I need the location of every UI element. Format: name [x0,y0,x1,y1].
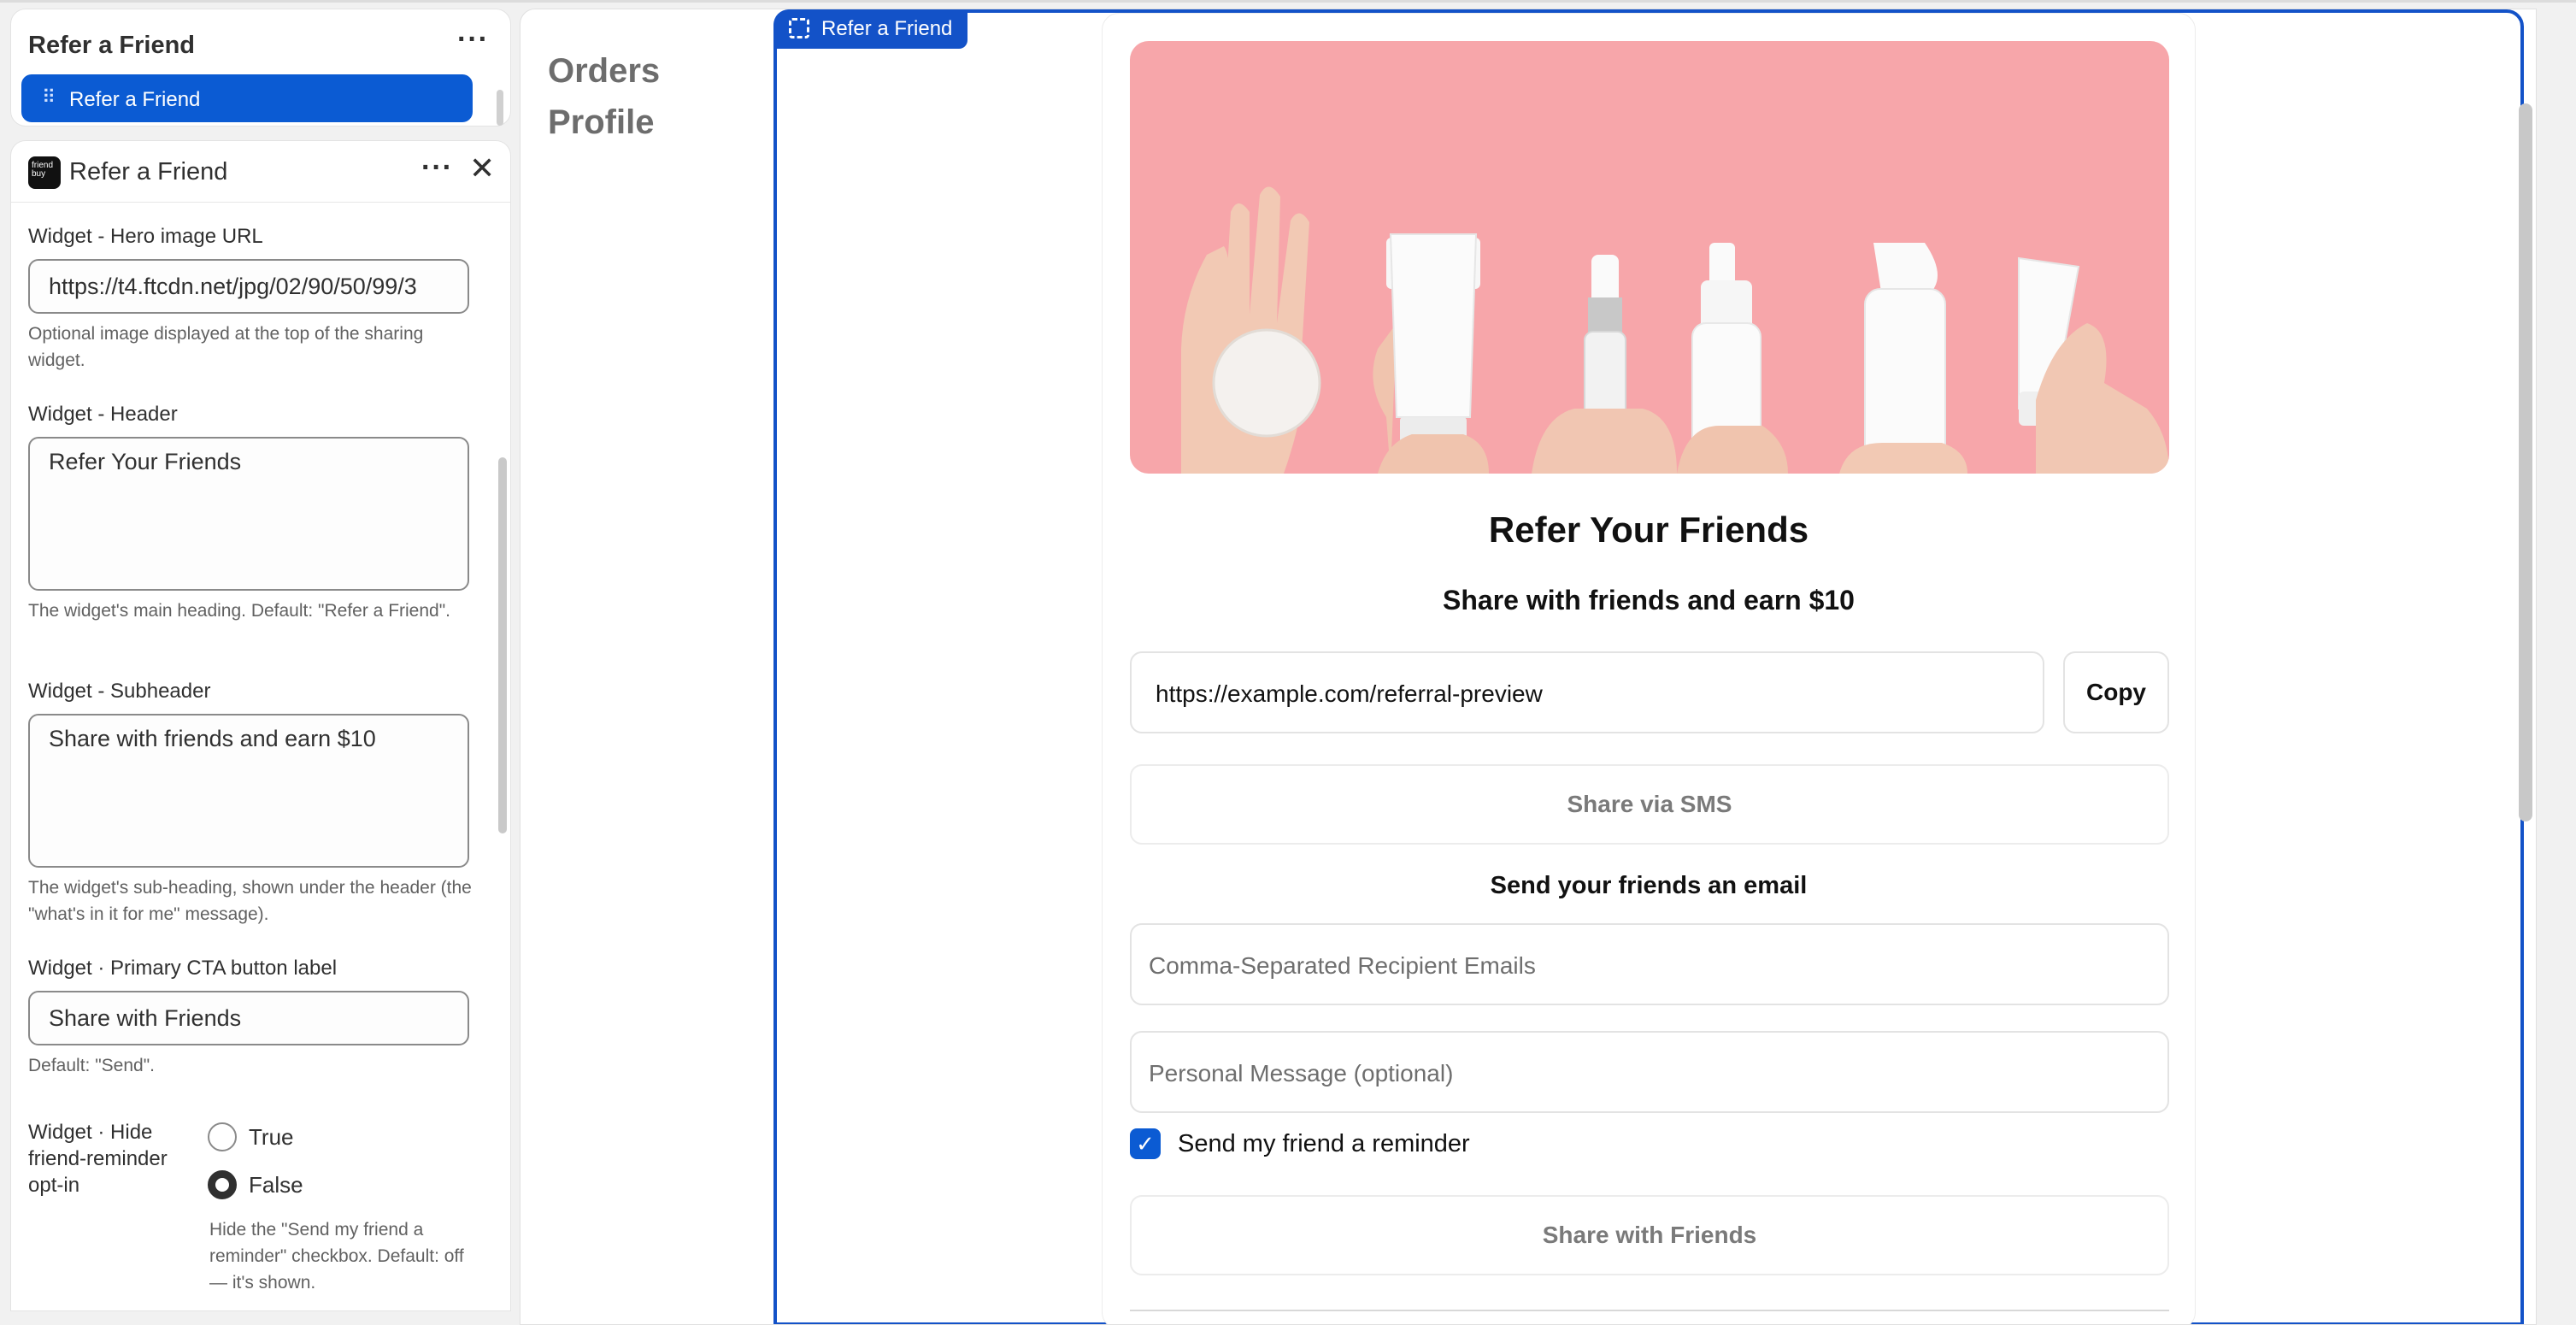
settings-scrollbar[interactable] [498,457,507,833]
referral-url-field[interactable]: https://example.com/referral-preview [1130,651,2044,733]
cta-help: Default: "Send". [28,1056,155,1075]
hero-image [1130,41,2169,474]
selected-block-tag[interactable]: Refer a Friend [773,9,968,49]
nav-orders-link[interactable]: Orders [548,52,660,91]
hero-image-url-label: Widget - Hero image URL [28,225,263,248]
hide-reminder-help: Hide the "Send my friend a reminder" che… [209,1220,464,1293]
friendbuy-app-logo: friend buy [28,156,61,189]
personal-message-input[interactable]: Personal Message (optional) [1130,1031,2169,1113]
settings-header: friend buy Refer a Friend ··· ✕ [11,141,510,203]
refer-a-friend-widget: Refer Your Friends Share with friends an… [1102,13,2196,1324]
radio-true[interactable] [208,1122,237,1151]
preview-scrollbar[interactable] [2519,103,2532,822]
drag-handle-icon[interactable]: ⠿ [42,86,56,109]
block-list-panel: Refer a Friend ··· ⠿ Refer a Friend [10,9,511,127]
selection-icon [789,17,809,38]
cta-label: Widget · Primary CTA button label [28,957,338,980]
email-section-heading: Send your friends an email [1490,872,1808,899]
reminder-checkbox-label: Send my friend a reminder [1178,1130,1470,1157]
radio-true-label: True [249,1124,294,1150]
nav-profile-link[interactable]: Profile [548,103,654,142]
block-item-refer-a-friend[interactable]: ⠿ Refer a Friend [21,74,473,122]
copy-button[interactable]: Copy [2063,651,2169,733]
widget-divider [1130,1310,2169,1311]
header-help: The widget's main heading. Default: "Ref… [28,601,451,621]
radio-false[interactable] [208,1170,237,1199]
hero-illustration [1181,186,2169,474]
hero-image-url-help: Optional image displayed at the top of t… [28,324,424,370]
settings-more-icon[interactable]: ··· [421,153,453,182]
subheader-textarea[interactable]: Share with friends and earn $10 [28,714,469,868]
block-panel-title: Refer a Friend [28,32,195,59]
recipient-emails-input[interactable]: Comma-Separated Recipient Emails [1130,923,2169,1005]
block-item-label: Refer a Friend [69,88,201,111]
selected-block-tag-label: Refer a Friend [821,17,953,40]
widget-header: Refer Your Friends [1488,509,1809,550]
header-label: Widget - Header [28,403,178,426]
cta-input[interactable]: Share with Friends [28,991,469,1045]
block-list-scrollbar[interactable] [497,90,503,126]
hero-image-url-input[interactable]: https://t4.ftcdn.net/jpg/02/90/50/99/3 [28,259,469,314]
window-top-border [0,0,2576,3]
subheader-help: The widget's sub-heading, shown under th… [28,878,472,924]
radio-false-label: False [249,1172,303,1198]
close-icon[interactable]: ✕ [469,153,495,184]
storefront-preview: Orders Profile Refer a Friend Refer Your… [520,9,2537,1325]
subheader-label: Widget - Subheader [28,680,211,703]
block-settings-panel: friend buy Refer a Friend ··· ✕ Widget -… [10,140,511,1311]
header-textarea[interactable]: Refer Your Friends [28,437,469,591]
widget-subheader: Share with friends and earn $10 [1443,585,1855,615]
share-via-sms-button[interactable]: Share via SMS [1130,764,2169,845]
hide-reminder-label: Widget · Hide friend-reminder opt-in [28,1121,168,1197]
more-options-icon[interactable]: ··· [457,25,489,54]
settings-title: Refer a Friend [69,158,228,186]
reminder-checkbox[interactable]: ✓ [1130,1128,1161,1159]
share-with-friends-button[interactable]: Share with Friends [1130,1195,2169,1275]
